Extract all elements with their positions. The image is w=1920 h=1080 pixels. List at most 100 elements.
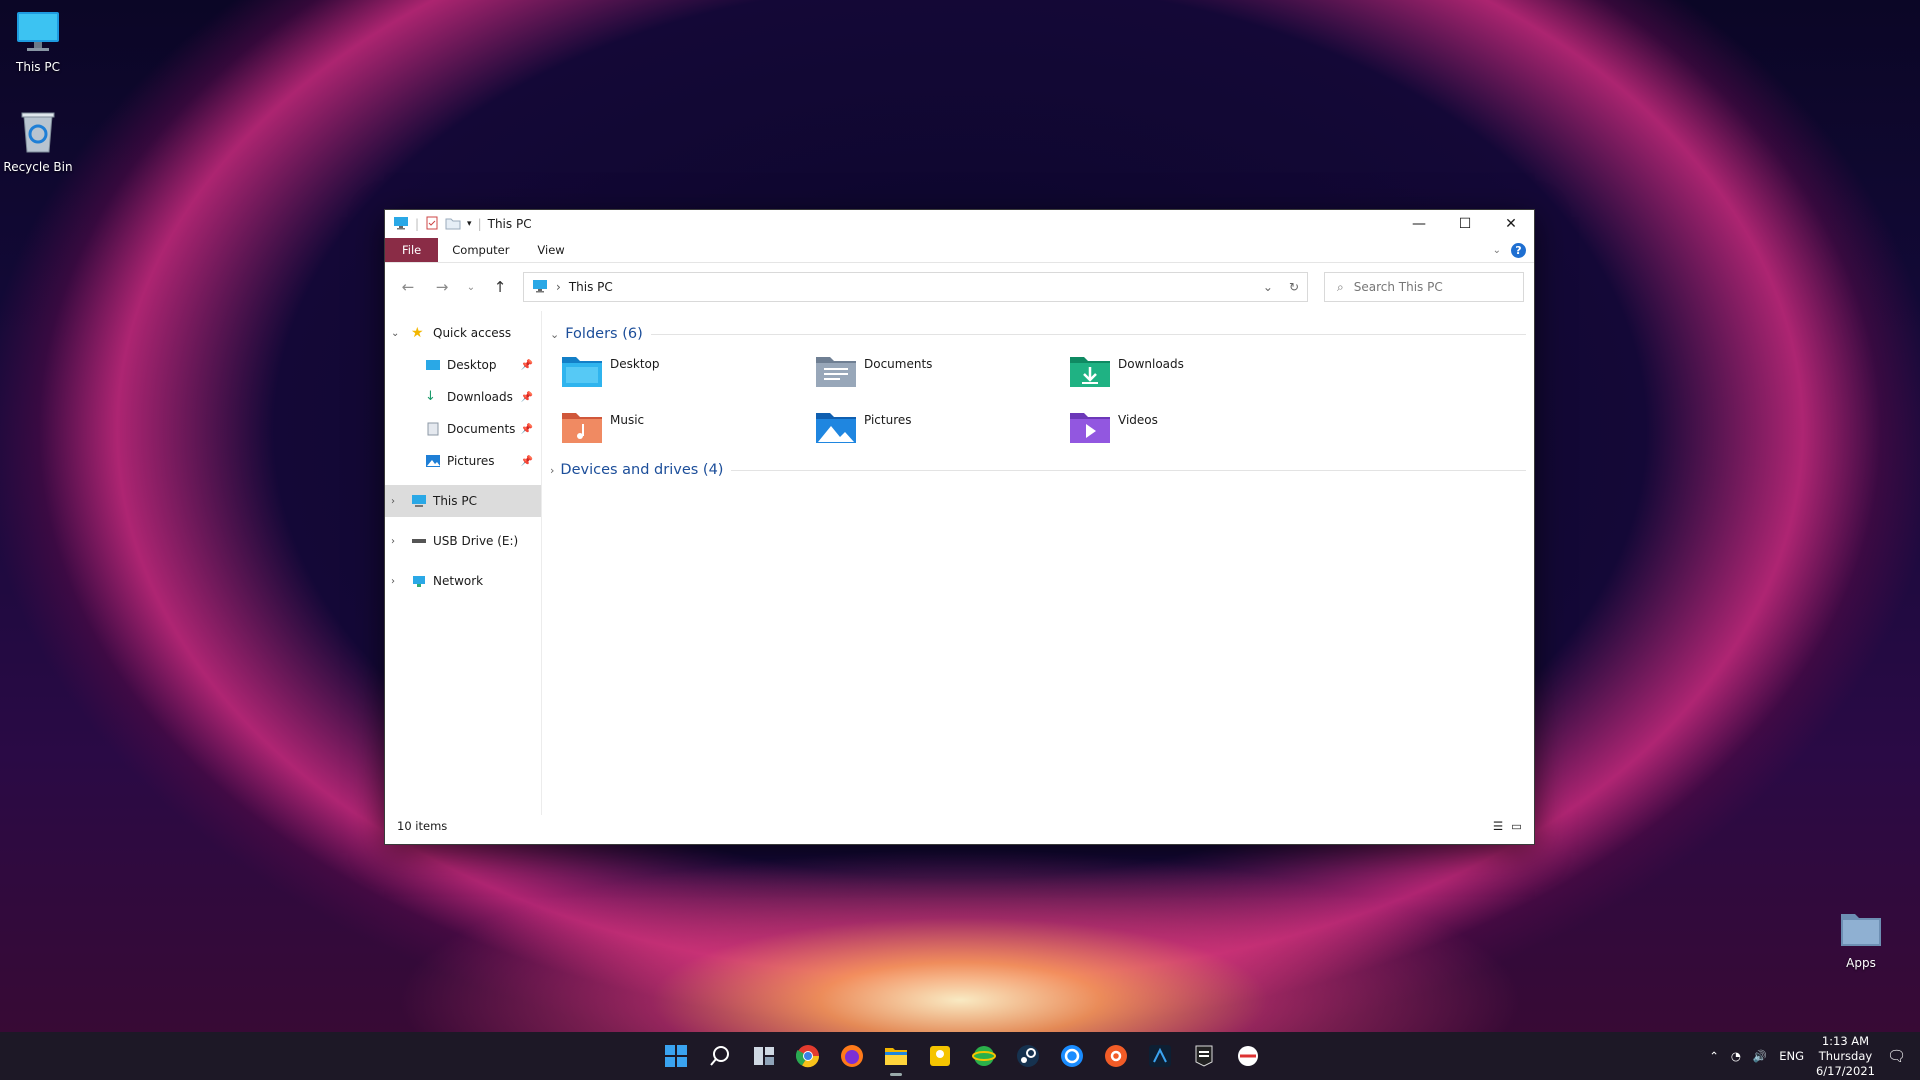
monitor-icon [15, 10, 61, 54]
usb-drive-icon [411, 534, 427, 548]
forward-button[interactable]: → [427, 278, 457, 296]
large-icons-view-icon[interactable]: ▭ [1511, 819, 1522, 833]
tree-item-pictures[interactable]: Pictures 📌 [385, 445, 541, 477]
folder-downloads[interactable]: Downloads [1068, 351, 1322, 397]
taskbar: ⌃ ◔ 🔊 ENG 1:13 AM Thursday 6/17/2021 🗨 [0, 1032, 1920, 1080]
folder-label: Pictures [864, 413, 912, 427]
properties-icon[interactable] [425, 216, 439, 233]
recent-locations-button[interactable]: ⌄ [461, 282, 481, 293]
pin-icon[interactable]: 📌 [521, 456, 533, 467]
task-view-button[interactable] [746, 1038, 782, 1074]
uplay-icon [1061, 1045, 1083, 1067]
browser-app-button[interactable] [966, 1038, 1002, 1074]
search-placeholder: Search This PC [1353, 280, 1443, 294]
folder-pictures[interactable]: Pictures [814, 407, 1068, 453]
folder-documents[interactable]: Documents [814, 351, 1068, 397]
uplay-button[interactable] [1054, 1038, 1090, 1074]
chevron-right-icon[interactable]: › [391, 576, 405, 587]
address-history-button[interactable]: ⌄ [1263, 280, 1273, 294]
start-button[interactable] [658, 1038, 694, 1074]
search-button[interactable] [702, 1038, 738, 1074]
details-view-icon[interactable]: ☰ [1493, 819, 1503, 833]
divider [650, 333, 1526, 335]
up-button[interactable]: ↑ [485, 278, 515, 296]
chevron-down-icon[interactable]: ▾ [467, 219, 472, 229]
address-location[interactable]: This PC [569, 280, 613, 294]
maximize-icon: ☐ [1458, 216, 1472, 232]
pin-icon[interactable]: 📌 [521, 360, 533, 371]
help-icon[interactable]: ? [1511, 242, 1526, 258]
tab-view[interactable]: View [523, 238, 578, 262]
game-app-button[interactable] [1230, 1038, 1266, 1074]
folder-music[interactable]: Music [560, 407, 814, 453]
new-folder-icon[interactable] [445, 216, 461, 233]
desktop-icon-this-pc[interactable]: This PC [0, 10, 81, 74]
expand-ribbon-icon[interactable]: ⌄ [1493, 245, 1501, 256]
steam-button[interactable] [1010, 1038, 1046, 1074]
search-icon [710, 1046, 729, 1066]
close-button[interactable]: ✕ [1488, 210, 1534, 238]
chevron-up-icon[interactable]: ⌃ [1709, 1049, 1719, 1063]
chevron-down-icon[interactable]: ⌄ [391, 328, 405, 339]
search-box[interactable]: ⌕ Search This PC [1324, 272, 1524, 302]
chevron-right-icon[interactable]: › [391, 536, 405, 547]
file-explorer-button[interactable] [878, 1038, 914, 1076]
steam-icon [1017, 1045, 1039, 1067]
tree-item-documents[interactable]: Documents 📌 [385, 413, 541, 445]
tab-file[interactable]: File [385, 238, 439, 262]
origin-button[interactable] [1098, 1038, 1134, 1074]
group-header-folders[interactable]: ⌄ Folders (6) [550, 321, 1526, 347]
tab-computer[interactable]: Computer [438, 238, 523, 262]
tree-item-desktop[interactable]: Desktop 📌 [385, 349, 541, 381]
back-button[interactable]: ← [393, 278, 423, 296]
folder-label: Downloads [1118, 357, 1184, 371]
chevron-down-icon: ⌄ [1262, 280, 1273, 294]
chrome-button[interactable] [790, 1038, 826, 1074]
chevron-right-icon[interactable]: › [556, 280, 561, 294]
firefox-button[interactable] [834, 1038, 870, 1074]
search-icon: ⌕ [1337, 279, 1344, 294]
notification-center-icon[interactable]: 🗨 [1887, 1047, 1906, 1065]
desktop-icon-label: This PC [16, 60, 60, 74]
tree-item-usb-drive[interactable]: › USB Drive (E:) [385, 525, 541, 557]
navigation-pane: ⌄ ★ Quick access Desktop 📌 ↓ Downloads 📌… [385, 311, 542, 815]
folder-icon [885, 1048, 907, 1065]
folders-grid: Desktop Documents Downloads Music Pictur… [550, 347, 1526, 453]
address-bar[interactable]: › This PC ⌄ ↻ [523, 272, 1308, 302]
tree-item-quick-access[interactable]: ⌄ ★ Quick access [385, 317, 541, 349]
chevron-down-icon[interactable]: ⌄ [550, 328, 559, 341]
ribbon-tabs: File Computer View ⌄ ? [385, 238, 1534, 263]
epic-games-button[interactable] [1186, 1038, 1222, 1074]
player-button[interactable] [922, 1038, 958, 1074]
desktop-icon-recycle-bin[interactable]: Recycle Bin [0, 110, 81, 174]
tree-item-network[interactable]: › Network [385, 565, 541, 597]
pictures-folder-icon [816, 413, 856, 443]
chevron-right-icon[interactable]: › [550, 464, 554, 477]
firefox-icon [841, 1045, 863, 1067]
chevron-down-icon: ⌄ [466, 281, 476, 293]
desktop-icon-apps[interactable]: Apps [1818, 906, 1904, 970]
item-count: 10 items [397, 819, 448, 833]
quick-access-toolbar: | ▾ | [393, 216, 482, 233]
tree-item-this-pc[interactable]: › This PC [385, 485, 541, 517]
minimize-button[interactable]: — [1396, 210, 1442, 238]
taskbar-pinned-apps [658, 1032, 1266, 1080]
maximize-button[interactable]: ☐ [1442, 210, 1488, 238]
this-pc-icon [411, 494, 427, 508]
clock[interactable]: 1:13 AM Thursday 6/17/2021 [1816, 1034, 1875, 1079]
group-header-label: Folders (6) [565, 326, 643, 342]
pin-icon[interactable]: 📌 [521, 392, 533, 403]
refresh-button[interactable]: ↻ [1289, 280, 1299, 294]
volume-icon[interactable]: 🔊 [1753, 1049, 1767, 1063]
input-language[interactable]: ENG [1779, 1049, 1804, 1063]
tree-item-downloads[interactable]: ↓ Downloads 📌 [385, 381, 541, 413]
network-icon[interactable]: ◔ [1731, 1049, 1741, 1063]
content-pane: ⌄ Folders (6) Desktop Documents Download… [542, 311, 1534, 815]
tree-item-label: Downloads [447, 390, 513, 404]
folder-desktop[interactable]: Desktop [560, 351, 814, 397]
battlenet-button[interactable] [1142, 1038, 1178, 1074]
folder-videos[interactable]: Videos [1068, 407, 1322, 453]
chevron-right-icon[interactable]: › [391, 496, 405, 507]
pin-icon[interactable]: 📌 [521, 424, 533, 435]
group-header-devices[interactable]: › Devices and drives (4) [550, 457, 1526, 483]
